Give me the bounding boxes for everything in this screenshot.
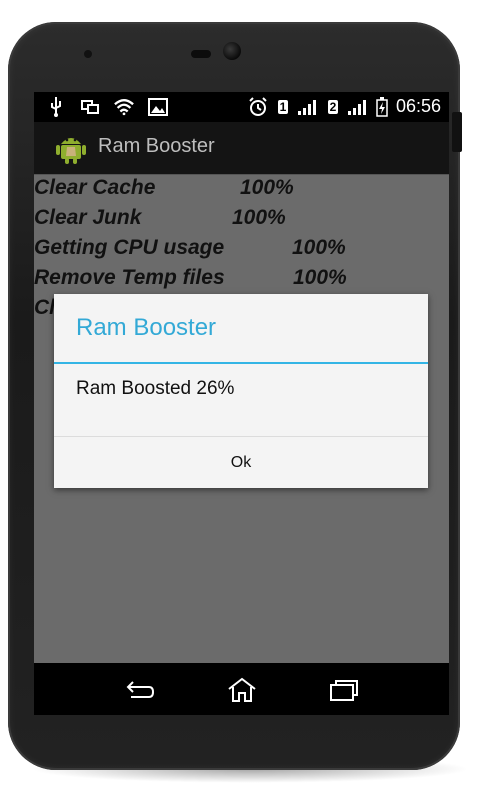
- dialog-message: Ram Boosted 26%: [76, 378, 235, 399]
- dialog-title: Ram Booster: [76, 314, 217, 341]
- task-percent-clear-junk: 100%: [232, 206, 286, 229]
- task-percent-cpu-usage: 100%: [292, 236, 346, 259]
- app-title: Ram Booster: [98, 135, 215, 157]
- ok-button[interactable]: Ok: [54, 437, 428, 488]
- task-percent-temp-files: 100%: [293, 266, 347, 289]
- navigation-bar: [34, 663, 449, 715]
- image-icon: [148, 97, 168, 117]
- wifi-icon: [114, 97, 134, 117]
- power-button: [452, 112, 462, 152]
- battery-charging-icon: [376, 96, 388, 117]
- signal-icon: [297, 97, 318, 117]
- alarm-icon: [248, 96, 268, 117]
- clock: 06:56: [395, 96, 441, 116]
- action-bar: Ram Booster: [34, 122, 449, 175]
- sim2-label: 2: [327, 99, 339, 114]
- overlay-icon: [80, 97, 100, 117]
- task-label-partial: Cl: [34, 296, 55, 319]
- screen: 1 2 06:56 Ram Booster Clear Cache 100% C…: [34, 92, 449, 715]
- signal-icon: [347, 97, 368, 117]
- recent-apps-icon[interactable]: [324, 675, 364, 705]
- status-bar: 1 2 06:56: [34, 92, 449, 122]
- proximity-sensor: [84, 50, 92, 58]
- task-percent-clear-cache: 100%: [240, 176, 294, 199]
- sim1-icon: 1: [276, 97, 290, 117]
- back-icon[interactable]: [119, 675, 159, 705]
- android-app-icon[interactable]: [54, 132, 88, 164]
- dialog-title-divider: [54, 362, 428, 364]
- speaker-grille: [191, 50, 211, 58]
- task-label-temp-files: Remove Temp files: [34, 266, 225, 289]
- front-camera: [223, 42, 241, 60]
- task-label-cpu-usage: Getting CPU usage: [34, 236, 225, 259]
- task-label-clear-junk: Clear Junk: [34, 206, 142, 229]
- task-list: Clear Cache 100% Clear Junk 100% Getting…: [34, 175, 449, 663]
- phone-frame: 1 2 06:56 Ram Booster Clear Cache 100% C…: [8, 22, 460, 770]
- home-icon[interactable]: [222, 675, 262, 705]
- sim1-label: 1: [277, 99, 289, 114]
- sim2-icon: 2: [326, 97, 340, 117]
- task-label-clear-cache: Clear Cache: [34, 176, 156, 199]
- usb-icon: [46, 97, 66, 117]
- boost-result-dialog: Ram Booster Ram Boosted 26% Ok: [54, 294, 428, 488]
